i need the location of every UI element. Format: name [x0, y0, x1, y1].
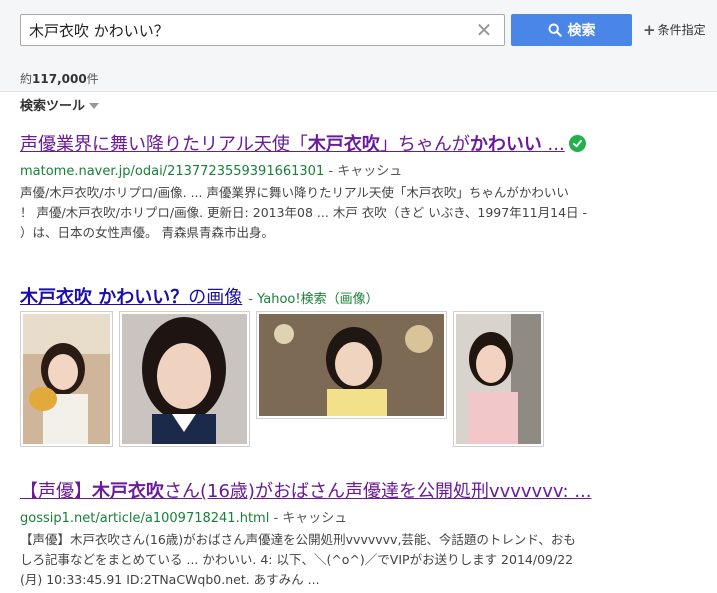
search-result: 声優業界に舞い降りたリアル天使「木戸衣吹」ちゃんがかわいい ... matome… [20, 130, 650, 243]
image-thumbnail[interactable] [453, 311, 544, 447]
image-thumbnail[interactable] [119, 311, 250, 447]
results-count: 約117,000件 [20, 72, 99, 86]
search-header: ✕ 検索 + 条件指定 約117,000件 [0, 0, 717, 92]
search-input[interactable] [21, 15, 461, 45]
result-url: matome.naver.jp/odai/2137723559391661301… [20, 164, 403, 179]
result-snippet: 声優/木戸衣吹/ホリプロ/画像. ... 声優業界に舞い降りたリアル天使「木戸衣… [20, 185, 588, 240]
search-button[interactable]: 検索 [511, 14, 632, 46]
image-section-link[interactable]: 木戸衣吹 かわいい？ [20, 287, 188, 308]
image-thumbnail[interactable] [256, 311, 447, 419]
conditions-label: 条件指定 [657, 23, 706, 37]
search-box: ✕ [20, 14, 505, 46]
cache-link[interactable]: キャッシュ [337, 164, 402, 179]
image-source: - Yahoo!検索（画像） [248, 292, 379, 307]
caret-down-icon [89, 102, 100, 109]
result-snippet: 【声優】木戸衣吹さん(16歳)がおばさん声優達を公開処刑vvvvvvv,芸能、今… [20, 532, 576, 587]
search-icon [548, 23, 562, 37]
image-thumbnail[interactable] [20, 311, 113, 447]
cache-link[interactable]: キャッシュ [282, 511, 347, 526]
search-tools-label: 検索ツール [20, 99, 86, 114]
result-title-link[interactable]: 声優業界に舞い降りたリアル天使「木戸衣吹」ちゃんがかわいい ... [20, 130, 650, 156]
search-button-label: 検索 [567, 23, 596, 39]
image-section-header: 木戸衣吹 かわいい？の画像 - Yahoo!検索（画像） [20, 287, 379, 308]
conditions-link[interactable]: + 条件指定 [643, 21, 706, 38]
plus-icon: + [643, 20, 656, 39]
clear-icon[interactable]: ✕ [474, 19, 494, 41]
result-url: gossip1.net/article/a1009718241.html - キ… [20, 511, 348, 526]
verified-check-icon [568, 134, 586, 152]
search-result: 【声優】木戸衣吹さん(16歳)がおばさん声優達を公開処刑vvvvvvv: ...… [20, 477, 650, 590]
search-tools-toggle[interactable]: 検索ツール [20, 95, 100, 114]
result-title-link[interactable]: 【声優】木戸衣吹さん(16歳)がおばさん声優達を公開処刑vvvvvvv: ... [20, 477, 650, 503]
